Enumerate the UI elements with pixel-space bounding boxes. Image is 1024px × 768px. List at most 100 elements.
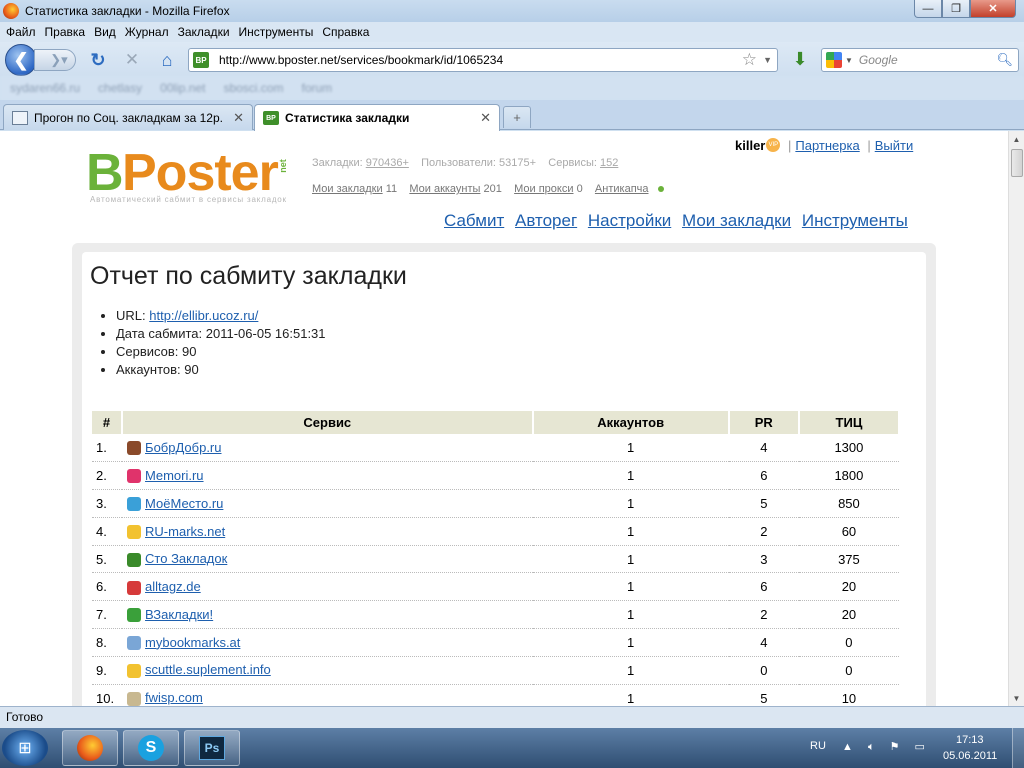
reload-button[interactable]: ↻ <box>88 50 108 70</box>
show-desktop-button[interactable] <box>1012 728 1024 768</box>
taskbar-skype[interactable]: S <box>123 730 179 766</box>
google-engine-icon[interactable] <box>826 52 842 68</box>
accounts-cell: 1 <box>532 489 729 518</box>
accounts-cell: 1 <box>532 517 729 546</box>
nav-settings[interactable]: Настройки <box>588 211 671 230</box>
accounts-cell: 1 <box>532 461 729 491</box>
downloads-button[interactable]: ⬇ <box>788 47 812 71</box>
taskbar-photoshop[interactable]: Ps <box>184 730 240 766</box>
service-link[interactable]: alltagz.de <box>145 579 201 594</box>
bookmark-star-icon[interactable]: ☆ <box>742 50 757 70</box>
address-url[interactable]: http://www.bposter.net/services/bookmark… <box>219 53 503 67</box>
col-number[interactable]: # <box>92 411 124 434</box>
bookmark-item[interactable]: 00lip.net <box>160 81 205 95</box>
nav-submit[interactable]: Сабмит <box>444 211 504 230</box>
logout-link[interactable]: Выйти <box>875 138 914 153</box>
service-link[interactable]: mybookmarks.at <box>145 635 240 650</box>
back-button[interactable]: ❮ <box>5 44 37 76</box>
stat-label: Пользователи: <box>421 157 496 169</box>
tic-cell: 20 <box>798 600 899 630</box>
my-accounts-link[interactable]: Мои аккаунты <box>409 183 480 195</box>
engine-dropdown-icon[interactable]: ▼ <box>845 56 853 65</box>
col-service[interactable]: Сервис <box>122 411 534 434</box>
clock-date[interactable]: 05.06.2011 <box>943 750 997 762</box>
tab-prognon[interactable]: Прогон по Соц. закладкам за 12р. ✕ <box>3 104 253 130</box>
service-link[interactable]: БобрДобр.ru <box>145 440 221 455</box>
menu-file[interactable]: Файл <box>6 25 36 39</box>
username[interactable]: killer <box>735 138 765 153</box>
bookmark-item[interactable]: forum <box>301 81 332 95</box>
pr-cell: 5 <box>728 489 799 518</box>
col-accounts[interactable]: Аккаунтов <box>532 411 730 434</box>
service-link[interactable]: fwisp.com <box>145 690 203 705</box>
menu-history[interactable]: Журнал <box>125 25 169 39</box>
home-button[interactable]: ⌂ <box>156 50 178 70</box>
nav-tools[interactable]: Инструменты <box>802 211 908 230</box>
new-tab-button[interactable]: + <box>503 106 531 128</box>
search-bar[interactable]: ▼ Google 🔍︎ <box>821 48 1019 72</box>
site-favicon: BP <box>193 52 209 68</box>
bookmark-item[interactable]: sbosci.com <box>223 81 283 95</box>
vertical-scrollbar[interactable]: ▲ ▼ <box>1008 131 1024 706</box>
tic-cell: 850 <box>798 489 899 518</box>
service-link[interactable]: Сто Закладок <box>145 551 227 566</box>
service-link[interactable]: scuttle.suplement.info <box>145 662 271 677</box>
language-indicator[interactable]: RU <box>810 740 826 752</box>
stat-services-link[interactable]: 152 <box>600 157 618 169</box>
nav-my-bookmarks[interactable]: Мои закладки <box>682 211 791 230</box>
url-history-dropdown-icon[interactable]: ▼ <box>763 55 772 65</box>
tab-close-icon[interactable]: ✕ <box>480 110 491 126</box>
forward-button[interactable]: ❯▾ <box>34 49 76 71</box>
menu-bookmarks[interactable]: Закладки <box>178 25 230 39</box>
user-box: killer VIP | Партнерка | Выйти <box>735 138 914 153</box>
tic-cell: 1800 <box>798 461 899 491</box>
my-bookmarks-link[interactable]: Мои закладки <box>312 183 383 195</box>
my-proxy-link[interactable]: Мои прокси <box>514 183 573 195</box>
stat-bookmarks-link[interactable]: 970436+ <box>366 157 409 169</box>
col-tic[interactable]: ТИЦ <box>798 411 901 434</box>
menu-edit[interactable]: Правка <box>45 25 86 39</box>
scroll-down-icon[interactable]: ▼ <box>1009 690 1024 706</box>
tab-close-icon[interactable]: ✕ <box>233 110 244 126</box>
anticaptcha-link[interactable]: Антикапча <box>595 183 649 195</box>
clock-time[interactable]: 17:13 <box>956 734 984 746</box>
service-link[interactable]: ВЗакладки! <box>145 607 213 622</box>
pr-cell: 6 <box>728 572 799 602</box>
scroll-thumb[interactable] <box>1011 149 1023 177</box>
scroll-up-icon[interactable]: ▲ <box>1009 131 1024 147</box>
close-window-button[interactable]: ✕ <box>970 0 1016 18</box>
service-link[interactable]: МоёМесто.ru <box>145 496 223 511</box>
logo-slogan: Автоматический сабмит в сервисы закладок <box>90 195 287 204</box>
row-number: 5. <box>92 545 123 574</box>
start-button[interactable]: ⊞ <box>2 730 48 766</box>
pr-cell: 3 <box>728 545 799 574</box>
search-icon[interactable]: 🔍︎ <box>996 52 1013 68</box>
nav-autoreg[interactable]: Авторег <box>515 211 577 230</box>
accounts-cell: 1 <box>532 545 729 574</box>
maximize-button[interactable]: ❐ <box>942 0 970 18</box>
report-info-list: URL: http://ellibr.ucoz.ru/ Дата сабмита… <box>104 307 326 379</box>
stop-button[interactable]: ✕ <box>122 50 142 70</box>
pr-cell: 4 <box>728 434 799 463</box>
window-title: Статистика закладки - Mozilla Firefox <box>25 4 230 18</box>
service-cell: RU-marks.net <box>122 517 533 546</box>
service-link[interactable]: RU-marks.net <box>145 524 225 539</box>
menu-bar: Файл Правка Вид Журнал Закладки Инструме… <box>0 22 1024 42</box>
menu-tools[interactable]: Инструменты <box>239 25 314 39</box>
minimize-button[interactable]: — <box>914 0 942 18</box>
col-pr[interactable]: PR <box>728 411 800 434</box>
menu-view[interactable]: Вид <box>94 25 116 39</box>
tray-icons[interactable]: ▲ 🔈︎ ⚑ ▭ <box>842 740 931 754</box>
tab-statistics[interactable]: BP Статистика закладки ✕ <box>254 104 500 131</box>
address-bar[interactable]: BP http://www.bposter.net/services/bookm… <box>188 48 778 72</box>
home-icon: ⌂ <box>161 49 173 70</box>
menu-help[interactable]: Справка <box>322 25 369 39</box>
search-input[interactable]: Google <box>859 53 898 67</box>
partner-link[interactable]: Партнерка <box>795 138 859 153</box>
submitted-url-link[interactable]: http://ellibr.ucoz.ru/ <box>149 308 258 323</box>
taskbar-firefox[interactable] <box>62 730 118 766</box>
bookmark-item[interactable]: chetlasy <box>98 81 142 95</box>
bposter-logo[interactable]: B Poster net Автоматический сабмит в сер… <box>86 147 296 209</box>
service-link[interactable]: Memori.ru <box>145 468 204 483</box>
bookmark-item[interactable]: sydaren66.ru <box>10 81 80 95</box>
